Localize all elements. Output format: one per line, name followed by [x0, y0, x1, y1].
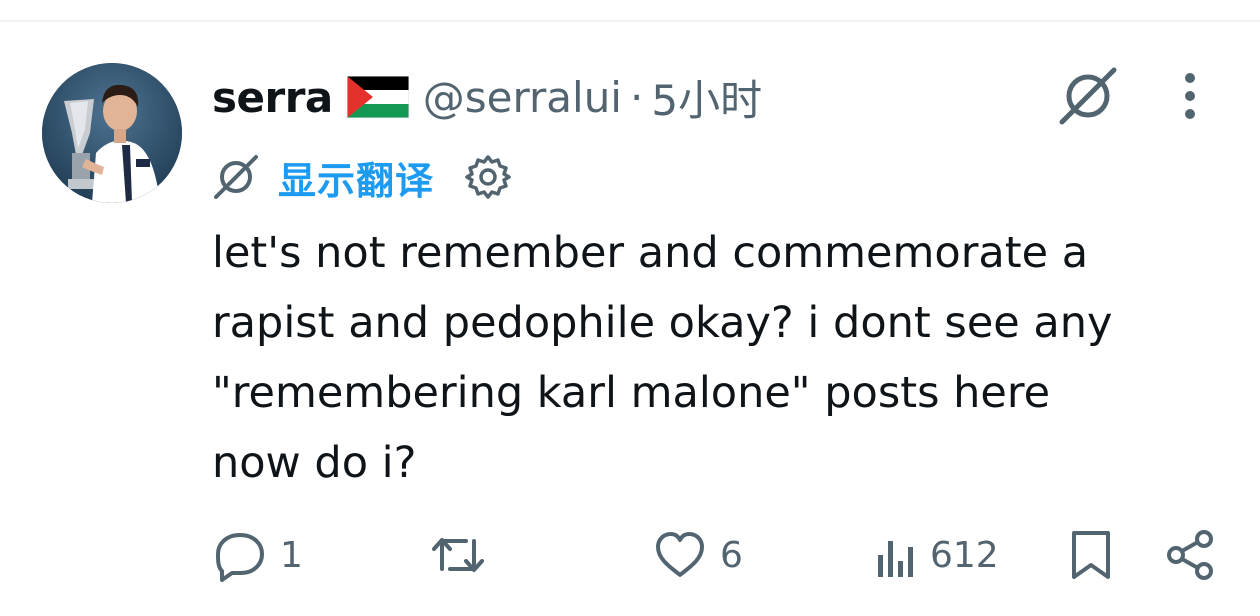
tweet-text-line: "remembering karl malone" posts here — [212, 368, 1051, 418]
separator-dot: · — [629, 72, 644, 122]
bookmark-icon — [1072, 531, 1110, 579]
avatar[interactable] — [42, 63, 182, 203]
top-divider — [0, 20, 1260, 22]
show-translation-link[interactable]: 显示翻译 — [278, 150, 434, 205]
grok-icon[interactable] — [212, 153, 260, 201]
palestine-flag-icon — [346, 75, 410, 119]
reply-icon — [216, 533, 264, 582]
reply-button[interactable]: 1 — [212, 520, 303, 590]
share-icon — [1167, 530, 1213, 580]
bottom-fade — [0, 582, 1260, 616]
views-icon — [878, 541, 913, 577]
heart-icon — [656, 532, 704, 577]
avatar-photo — [42, 63, 182, 203]
bookmark-button[interactable] — [1068, 520, 1114, 590]
share-button[interactable] — [1164, 520, 1216, 590]
reply-count: 1 — [280, 534, 303, 576]
more-options-icon[interactable] — [1174, 70, 1206, 122]
action-bar: 1 6 612 — [0, 520, 1260, 590]
translate-row: 显示翻译 — [212, 150, 512, 204]
user-handle[interactable]: @serralui — [423, 73, 622, 122]
gear-icon[interactable] — [464, 153, 512, 201]
views-count: 612 — [930, 534, 999, 576]
views-button[interactable]: 612 — [874, 520, 999, 590]
like-button[interactable]: 6 — [652, 520, 743, 590]
tweet-header: serra @serralui · 5小时 — [212, 62, 762, 132]
tweet-text-line: let's not remember and commemorate a — [212, 228, 1089, 278]
retweet-icon — [432, 538, 484, 572]
display-name[interactable]: serra — [212, 73, 333, 122]
timestamp[interactable]: 5小时 — [651, 67, 762, 128]
tweet-text: let's not remember and commemorate a rap… — [212, 218, 1222, 498]
tweet-text-line: rapist and pedophile okay? i dont see an… — [212, 298, 1113, 348]
retweet-button[interactable] — [428, 520, 500, 590]
grok-icon[interactable] — [1056, 64, 1120, 128]
tweet-text-line: now do i? — [212, 438, 417, 488]
like-count: 6 — [720, 534, 743, 576]
